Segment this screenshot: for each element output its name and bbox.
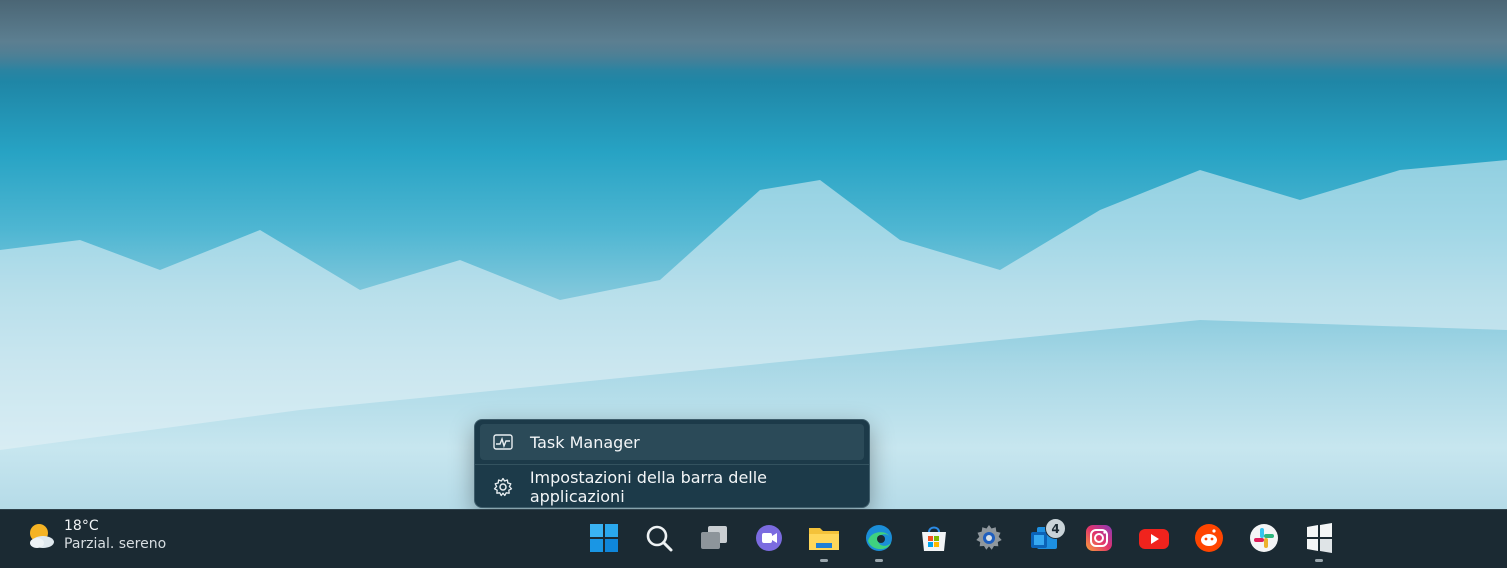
weather-widget[interactable]: 18°C Parzial. sereno xyxy=(24,518,166,554)
edge-icon[interactable] xyxy=(863,522,895,554)
settings-icon[interactable] xyxy=(973,522,1005,554)
teams-chat-icon[interactable] xyxy=(753,522,785,554)
partly-cloudy-icon xyxy=(24,519,58,553)
edge-running-indicator xyxy=(875,559,883,562)
windows-app-running-indicator xyxy=(1315,559,1323,562)
menu-item-taskbar-settings[interactable]: Impostazioni della barra delle applicazi… xyxy=(480,468,864,506)
reddit-icon[interactable] xyxy=(1193,522,1225,554)
windows-start-icon[interactable] xyxy=(588,522,620,554)
gear-icon xyxy=(492,476,514,498)
menu-separator xyxy=(475,464,869,465)
weather-condition: Parzial. sereno xyxy=(64,536,167,552)
file-explorer-running-indicator xyxy=(820,559,828,562)
windows-app-icon[interactable] xyxy=(1303,522,1335,554)
menu-item-task-manager[interactable]: Task Manager xyxy=(480,424,864,460)
search-icon[interactable] xyxy=(643,522,675,554)
wallpaper-mountain-reflection xyxy=(0,160,1507,450)
wallpaper-mountain xyxy=(0,0,1507,70)
task-view-icon[interactable] xyxy=(698,522,730,554)
microsoft-store-icon[interactable] xyxy=(918,522,950,554)
slack-icon[interactable] xyxy=(1248,522,1280,554)
weather-temperature: 18°C xyxy=(64,518,99,534)
youtube-icon[interactable] xyxy=(1138,522,1170,554)
menu-item-label: Task Manager xyxy=(530,432,640,452)
file-explorer-icon[interactable] xyxy=(808,522,840,554)
instagram-icon[interactable] xyxy=(1083,522,1115,554)
taskbar-context-menu: Task Manager Impostazioni della barra de… xyxy=(474,419,870,508)
menu-item-label: Impostazioni della barra delle applicazi… xyxy=(529,468,768,506)
mail-unread-badge: 4 xyxy=(1045,518,1066,539)
task-manager-icon xyxy=(492,431,514,453)
